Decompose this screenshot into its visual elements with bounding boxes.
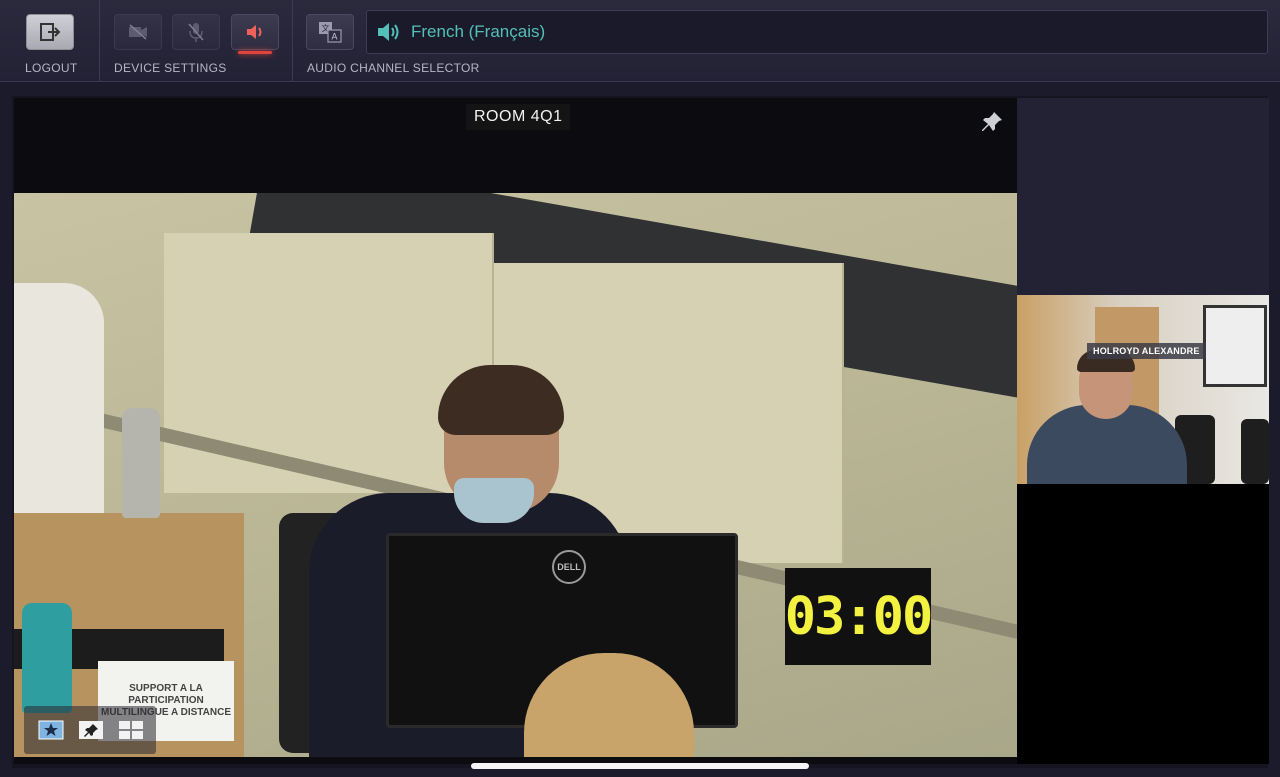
- device-settings-group: DEVICE SETTINGS: [100, 0, 293, 82]
- monitor-logo: DELL: [552, 550, 586, 584]
- svg-text:A: A: [331, 33, 338, 43]
- mic-off-icon: [188, 23, 204, 42]
- logout-group: LOGOUT: [0, 0, 100, 82]
- speaker-icon: [378, 23, 399, 41]
- selected-channel-text: French (Français): [411, 22, 546, 41]
- speaking-timer: 03:00: [785, 568, 933, 665]
- pinned-layout-icon[interactable]: [78, 720, 104, 740]
- grid-layout-icon[interactable]: [118, 720, 144, 740]
- layout-controls: [24, 706, 156, 754]
- camera-toggle-button[interactable]: [114, 14, 162, 50]
- wall-picture: [1203, 305, 1267, 387]
- speaker-icon: [247, 25, 262, 39]
- participant-name-tag: HOLROYD ALEXANDRE: [1087, 343, 1206, 359]
- bottle: [122, 408, 160, 518]
- room-label: ROOM 4Q1: [466, 104, 571, 130]
- microphone-toggle-button[interactable]: [172, 14, 220, 50]
- side-panel-empty-tile: [1017, 484, 1269, 764]
- audio-channel-label: AUDIO CHANNEL SELECTOR: [307, 61, 480, 75]
- logout-button[interactable]: [26, 14, 74, 50]
- main-video-feed: DELL SUPPORT A LA PARTICIPATION MULTILIN…: [14, 193, 1017, 757]
- logout-icon: [40, 23, 61, 41]
- top-toolbar: LOGOUT DEVICE SETTINGS 文 A AUDIO CHANNEL…: [0, 0, 1280, 82]
- translate-button[interactable]: 文 A: [306, 14, 354, 50]
- face-mask: [454, 478, 534, 523]
- participant-video-tile[interactable]: [1017, 295, 1269, 484]
- translate-icon: 文 A: [319, 22, 342, 43]
- side-panel-empty: [1017, 98, 1269, 295]
- bottle: [22, 603, 72, 713]
- home-indicator[interactable]: [471, 763, 809, 769]
- device-settings-label: DEVICE SETTINGS: [114, 61, 227, 75]
- chair: [1241, 419, 1269, 484]
- audio-channel-select[interactable]: French (Français): [366, 10, 1268, 54]
- person-left: [14, 283, 104, 523]
- pin-icon[interactable]: [980, 110, 1004, 134]
- logout-label: LOGOUT: [25, 61, 78, 75]
- featured-layout-icon[interactable]: [38, 720, 64, 740]
- speaker-toggle-button[interactable]: [231, 14, 279, 54]
- camera-off-icon: [129, 24, 147, 40]
